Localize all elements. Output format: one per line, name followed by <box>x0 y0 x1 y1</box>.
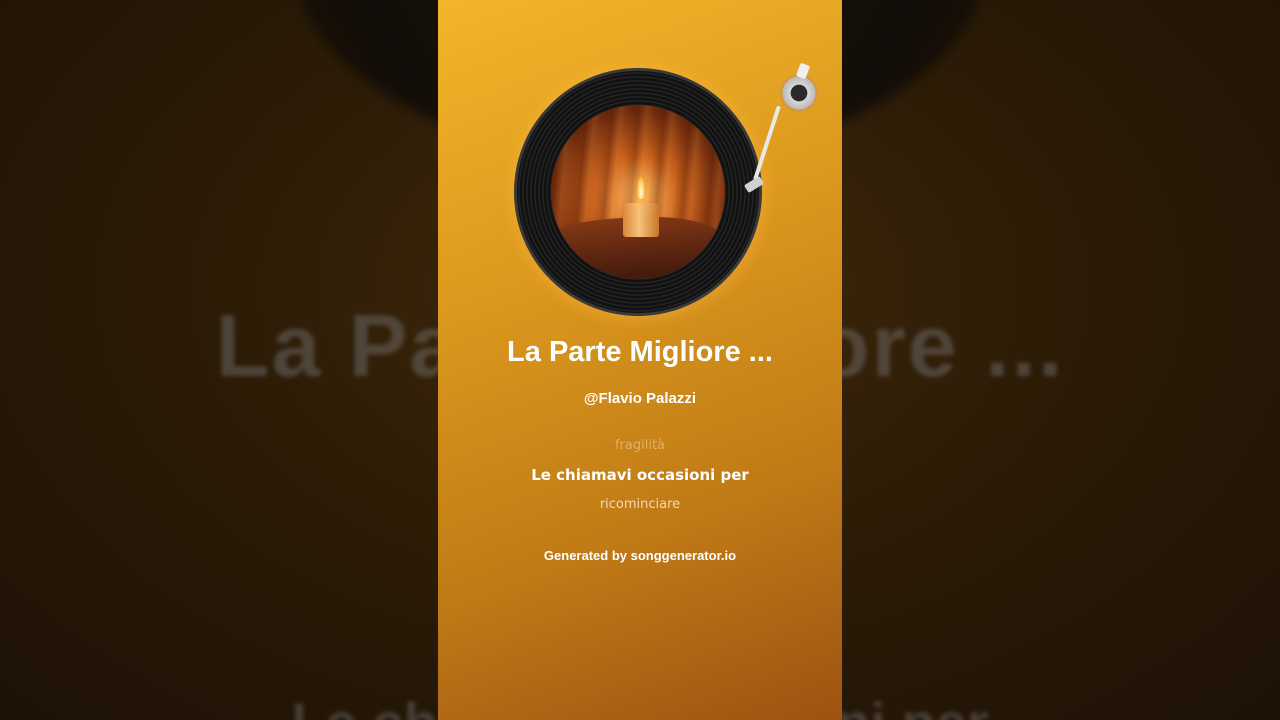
lyric-current-line: Le chiamavi occasioni per <box>531 466 749 484</box>
generator-credit: Generated by songgenerator.io <box>543 548 737 563</box>
player-card: La Parte Migliore ... @Flavio Palazzi fr… <box>438 0 842 720</box>
song-title: La Parte Migliore ... <box>507 336 773 368</box>
tonearm-rod <box>752 105 781 181</box>
tonearm-pivot-icon <box>780 74 818 112</box>
background-shade-right <box>842 0 1280 720</box>
lyric-next-line: ricominciare <box>599 497 681 512</box>
candle-icon <box>623 203 659 237</box>
video-frame: La Parte Migliore ... Le chiamavi occasi… <box>0 0 1280 720</box>
vinyl-record <box>514 68 762 316</box>
artist-handle: @Flavio Palazzi <box>583 390 697 407</box>
background-shade-left <box>0 0 438 720</box>
lyric-previous-line: fragilità <box>614 438 666 453</box>
album-cover <box>551 105 725 279</box>
